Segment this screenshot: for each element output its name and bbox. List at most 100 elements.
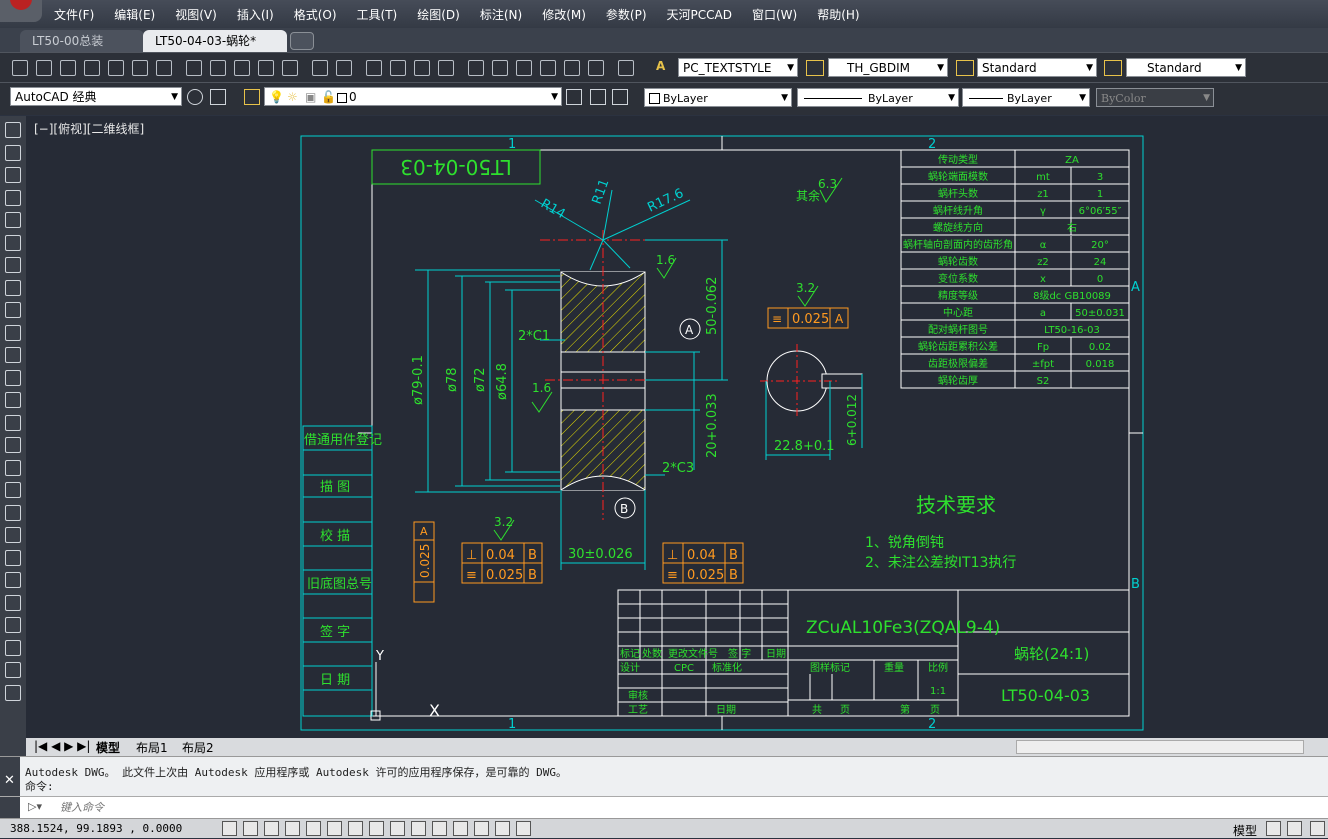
erase-icon[interactable] (5, 572, 21, 588)
menu-item[interactable]: 编辑(E) (114, 6, 155, 23)
plot-style-select[interactable]: ByColor ▼ (1096, 88, 1214, 107)
model-space-label[interactable]: 模型 (1233, 822, 1257, 839)
mirror-icon[interactable] (5, 617, 21, 633)
drafting-toggle-icon[interactable] (243, 821, 258, 836)
ellipse-icon[interactable] (5, 324, 21, 341)
text-style-select[interactable]: PC_TEXTSTYLE ▼ (678, 58, 798, 77)
menu-item[interactable]: 天河PCCAD (667, 6, 732, 23)
drafting-toggle-icon[interactable] (306, 821, 321, 836)
zoom-window-icon[interactable] (414, 60, 430, 76)
drafting-toggle-icon[interactable] (516, 821, 531, 836)
dim-style-select[interactable]: TH_GBDIM ▼ (828, 58, 948, 77)
circle-icon[interactable] (5, 257, 21, 273)
copy-object-icon[interactable] (5, 594, 21, 611)
menu-item[interactable]: 帮助(H) (817, 6, 859, 23)
drafting-toggle-icon[interactable] (390, 821, 405, 836)
design-center-icon[interactable] (492, 60, 508, 76)
zoom-realtime-icon[interactable] (390, 60, 406, 76)
viewport-label[interactable]: [−][俯视][二维线框] (34, 120, 144, 137)
workspace-select[interactable]: AutoCAD 经典 ▼ (10, 87, 182, 106)
menu-item[interactable]: 绘图(D) (417, 6, 460, 23)
rectangle-icon[interactable] (5, 212, 21, 228)
plot-icon[interactable] (84, 60, 100, 76)
quick-view-icon[interactable] (1287, 821, 1302, 836)
application-button[interactable] (0, 0, 42, 22)
spline-icon[interactable] (5, 302, 21, 318)
layer-select[interactable]: 💡 ☼ ▣ 🔓 0 ▼ (264, 87, 562, 106)
preview-icon[interactable] (108, 60, 124, 76)
menu-item[interactable]: 格式(O) (294, 6, 337, 23)
move-icon[interactable] (5, 684, 21, 701)
drafting-toggle-icon[interactable] (474, 821, 489, 836)
layer-previous-icon[interactable] (590, 89, 606, 105)
undo-icon[interactable] (312, 60, 328, 76)
cut-icon[interactable] (186, 60, 202, 76)
calculator-icon[interactable] (588, 60, 604, 76)
menu-item[interactable]: 工具(T) (357, 6, 398, 23)
zoom-previous-icon[interactable] (438, 60, 454, 76)
color-select[interactable]: ByLayer ▼ (644, 88, 792, 107)
new-tab-icon[interactable] (290, 32, 314, 50)
dim-style-icon[interactable] (806, 60, 824, 76)
tool-palettes-icon[interactable] (516, 60, 532, 76)
sheet-set-icon[interactable] (540, 60, 556, 76)
add-selected-icon[interactable] (5, 549, 21, 566)
drafting-toggle-icon[interactable] (369, 821, 384, 836)
drafting-toggle-icon[interactable] (264, 821, 279, 836)
multileader-style-icon[interactable] (1104, 60, 1122, 76)
drafting-toggle-icon[interactable] (222, 821, 237, 836)
table-icon[interactable] (5, 504, 21, 521)
workspace-settings-icon[interactable] (210, 89, 226, 105)
tab-layout1[interactable]: 布局1 (136, 739, 168, 756)
gear-icon[interactable] (187, 89, 203, 105)
revision-cloud-icon[interactable] (5, 279, 21, 296)
hatch-icon[interactable] (5, 437, 21, 453)
point-icon[interactable] (5, 414, 21, 431)
table-style-select[interactable]: Standard ▼ (977, 58, 1097, 77)
menu-item[interactable]: 视图(V) (175, 6, 217, 23)
properties-icon[interactable] (468, 60, 484, 76)
menu-item[interactable]: 窗口(W) (752, 6, 797, 23)
drafting-toggle-icon[interactable] (327, 821, 342, 836)
command-prompt-icon[interactable]: ▷▾ (28, 800, 42, 813)
command-input[interactable] (58, 798, 1322, 818)
menu-item[interactable]: 修改(M) (542, 6, 586, 23)
make-current-layer-icon[interactable] (566, 89, 582, 105)
arc-icon[interactable] (5, 234, 21, 251)
gradient-icon[interactable] (5, 459, 21, 476)
drafting-toggle-icon[interactable] (348, 821, 363, 836)
polyline-icon[interactable] (5, 167, 21, 183)
menu-item[interactable]: 插入(I) (237, 6, 274, 23)
copy-icon[interactable] (210, 60, 226, 76)
toolbar-lock-icon[interactable] (1310, 821, 1325, 836)
menu-item[interactable]: 标注(N) (480, 6, 522, 23)
redo-icon[interactable] (336, 60, 352, 76)
match-icon[interactable] (258, 60, 274, 76)
drafting-toggle-icon[interactable] (285, 821, 300, 836)
open-icon[interactable] (36, 60, 52, 76)
pan-icon[interactable] (366, 60, 382, 76)
layer-state-icon[interactable] (612, 89, 628, 105)
help-icon[interactable] (618, 60, 634, 76)
drafting-toggle-icon[interactable] (432, 821, 447, 836)
paste-icon[interactable] (234, 60, 250, 76)
block-icon[interactable] (282, 60, 298, 76)
text-style-icon[interactable]: A (656, 59, 672, 75)
multileader-style-select[interactable]: Standard ▼ (1126, 58, 1246, 77)
horizontal-scrollbar[interactable] (1016, 740, 1304, 754)
layout-nav-arrows[interactable]: |◀ ◀ ▶ ▶| (34, 739, 90, 753)
3d-print-icon[interactable] (156, 60, 172, 76)
publish-icon[interactable] (132, 60, 148, 76)
drafting-toggle-icon[interactable] (411, 821, 426, 836)
drafting-toggle-icon[interactable] (495, 821, 510, 836)
markup-icon[interactable] (564, 60, 580, 76)
layer-properties-icon[interactable] (244, 89, 260, 105)
menu-item[interactable]: 参数(P) (606, 6, 647, 23)
doc-tab-worm-wheel[interactable]: LT50-04-03-蜗轮* ✕ (143, 30, 287, 70)
tab-model[interactable]: 模型 (96, 739, 120, 756)
ellipse-arc-icon[interactable] (5, 347, 21, 363)
array-icon[interactable] (5, 662, 21, 678)
menu-item[interactable]: 文件(F) (54, 6, 94, 23)
insert-block-icon[interactable] (5, 369, 21, 386)
save-icon[interactable] (60, 60, 76, 76)
